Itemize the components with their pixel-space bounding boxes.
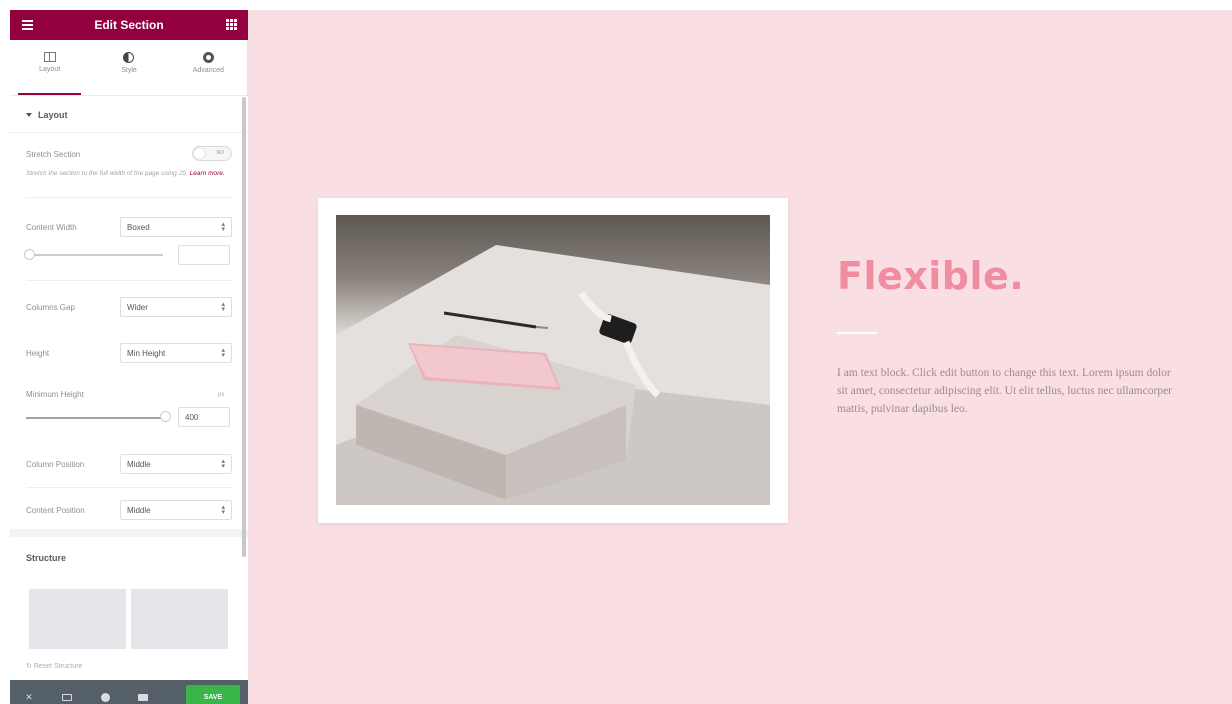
tab-style-label: Style <box>121 67 137 74</box>
folder-icon[interactable] <box>124 693 162 701</box>
content-width-value: Boxed <box>127 223 150 232</box>
tab-advanced-label: Advanced <box>192 67 224 74</box>
tab-advanced[interactable]: Advanced <box>169 40 248 95</box>
content-width-label: Content Width <box>26 223 77 232</box>
select-arrows-icon: ▴ ▾ <box>221 347 225 359</box>
section-heading[interactable]: Flexible. <box>837 254 1024 298</box>
select-arrows-icon: ▴ ▾ <box>221 458 225 470</box>
layout-icon <box>43 52 56 62</box>
layout-section-header[interactable]: Layout <box>10 97 248 133</box>
select-arrows-icon: ▴ ▾ <box>221 301 225 313</box>
structure-section: Structure ↻ Reset Structure <box>10 537 248 687</box>
panel-title: Edit Section <box>94 18 164 32</box>
divider <box>26 487 232 488</box>
columns-gap-label: Columns Gap <box>26 303 75 312</box>
learn-more-link[interactable]: Learn more. <box>190 170 225 177</box>
column-position-select[interactable]: Middle ▴ ▾ <box>120 454 232 474</box>
select-arrows-icon: ▴ ▾ <box>221 504 225 516</box>
content-width-input[interactable] <box>178 245 230 265</box>
content-width-slider-handle[interactable] <box>24 249 35 260</box>
columns-gap-select[interactable]: Wider ▴ ▾ <box>120 297 232 317</box>
tab-layout[interactable]: Layout <box>10 40 89 95</box>
desk-photo-illustration <box>336 245 770 505</box>
layout-section: Layout Stretch Section NO Stretch the se… <box>10 97 248 529</box>
content-width-slider-track[interactable] <box>30 254 163 256</box>
divider <box>26 197 232 198</box>
tab-style[interactable]: Style <box>89 40 168 95</box>
panel-scrollbar[interactable] <box>242 97 246 557</box>
close-icon[interactable]: ✕ <box>10 692 48 703</box>
structure-column-preview[interactable] <box>131 589 228 649</box>
content-position-select[interactable]: Middle ▴ ▾ <box>120 500 232 520</box>
minimum-height-input[interactable]: 400 <box>178 407 230 427</box>
column-position-label: Column Position <box>26 460 85 469</box>
reset-structure-label: Reset Structure <box>33 663 83 670</box>
column-position-value: Middle <box>127 460 151 469</box>
structure-title: Structure <box>26 553 67 563</box>
minimum-height-slider-track[interactable] <box>26 417 166 419</box>
image-frame[interactable] <box>318 198 788 523</box>
style-icon <box>123 52 135 63</box>
caret-down-icon <box>26 112 32 117</box>
divider <box>26 280 232 281</box>
tab-layout-label: Layout <box>39 66 61 73</box>
stretch-section-label: Stretch Section <box>26 150 81 159</box>
minimum-height-slider-handle[interactable] <box>160 411 171 422</box>
help-icon[interactable] <box>86 692 124 702</box>
height-label: Height <box>26 349 50 358</box>
toggle-knob <box>194 148 205 159</box>
panel-header: Edit Section <box>10 10 248 40</box>
minimum-height-unit[interactable]: px <box>218 392 224 398</box>
text-block[interactable]: I am text block. Click edit button to ch… <box>837 364 1177 418</box>
stretch-section-toggle[interactable]: NO <box>192 146 232 161</box>
app-window: Edit Section Layout Style Advanced Layou… <box>0 0 1232 704</box>
stretch-section-description: Stretch the section to the full width of… <box>26 169 234 179</box>
panel-content: Layout Stretch Section NO Stretch the se… <box>10 97 248 687</box>
height-select[interactable]: Min Height ▴ ▾ <box>120 343 232 363</box>
structure-column-preview[interactable] <box>29 589 126 649</box>
page-canvas: Flexible. I am text block. Click edit bu… <box>248 10 1232 704</box>
select-arrows-icon: ▴ ▾ <box>221 221 225 233</box>
height-value: Min Height <box>127 349 166 358</box>
columns-gap-value: Wider <box>127 303 148 312</box>
panel-tabs: Layout Style Advanced <box>10 40 248 96</box>
gear-icon <box>202 52 214 63</box>
stretch-description-text: Stretch the section to the full width of… <box>26 170 188 177</box>
layout-section-title: Layout <box>38 109 68 120</box>
content-position-label: Content Position <box>26 506 85 515</box>
panel-footer: ✕ SAVE <box>10 680 248 704</box>
minimum-height-value: 400 <box>185 413 199 422</box>
content-width-select[interactable]: Boxed ▴ ▾ <box>120 217 232 237</box>
heading-divider <box>837 332 877 334</box>
content-position-value: Middle <box>127 506 151 515</box>
toggle-text: NO <box>216 150 225 156</box>
responsive-mode-icon[interactable] <box>48 693 86 701</box>
reset-structure-button[interactable]: ↻ Reset Structure <box>26 662 82 670</box>
editor-panel: Edit Section Layout Style Advanced Layou… <box>10 10 248 704</box>
menu-icon[interactable] <box>22 20 33 30</box>
save-button[interactable]: SAVE <box>186 685 240 704</box>
product-photo[interactable] <box>336 215 770 505</box>
reset-icon: ↻ <box>26 663 34 670</box>
widgets-grid-icon[interactable] <box>226 19 237 30</box>
minimum-height-label: Minimum Height <box>26 390 84 399</box>
